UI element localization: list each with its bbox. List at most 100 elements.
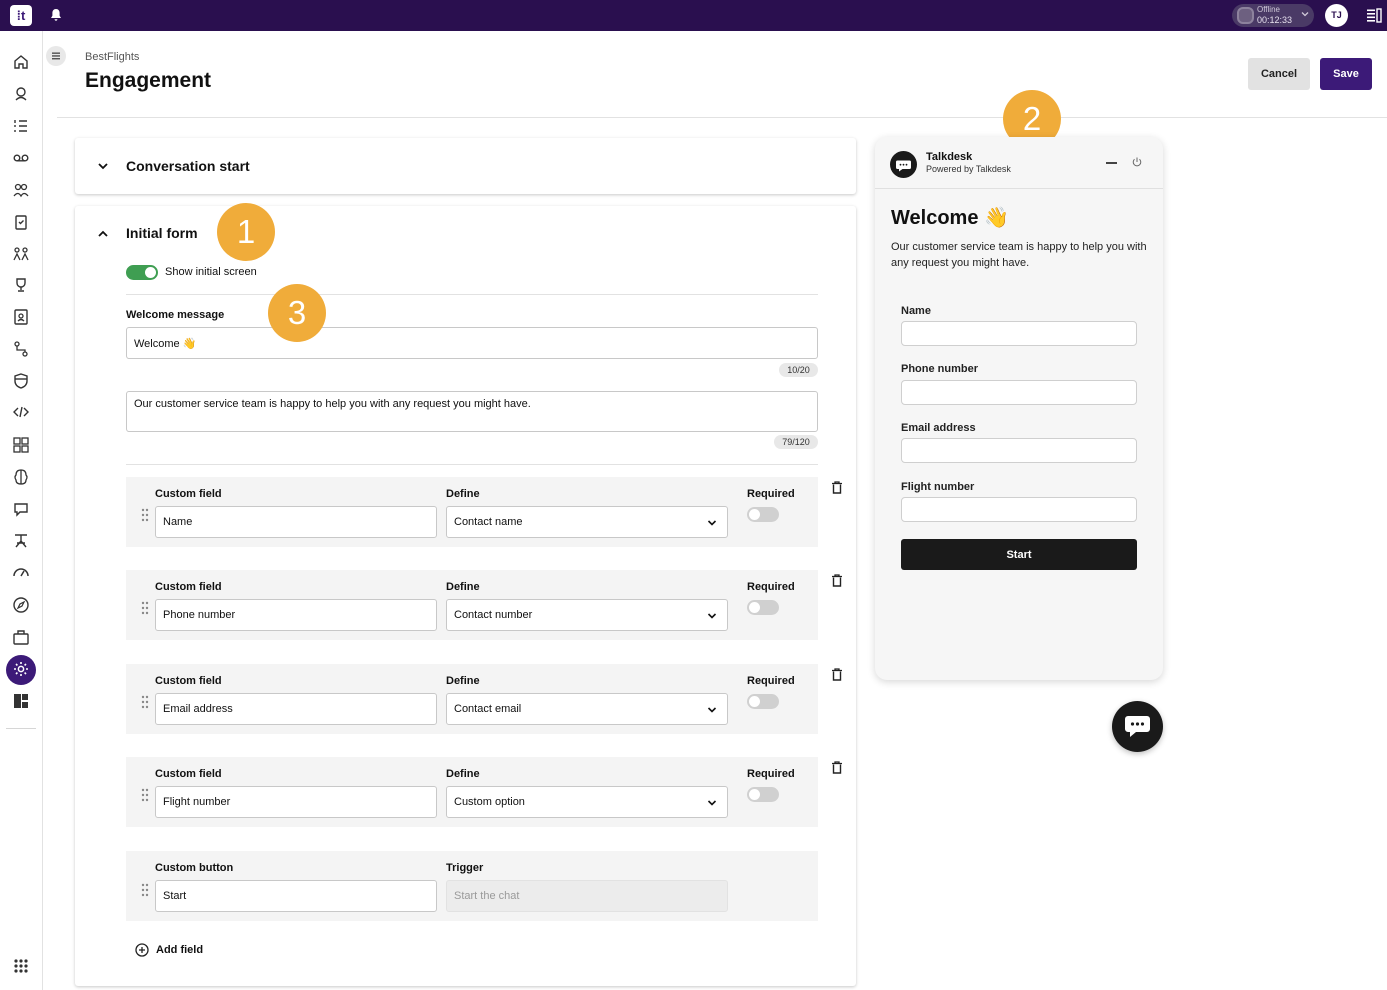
nav-trophy-icon[interactable] <box>11 275 31 295</box>
callout-marker-3: 3 <box>268 284 326 342</box>
widget-email-input[interactable] <box>901 438 1137 463</box>
welcome-message-label: Welcome message <box>126 309 225 321</box>
trash-icon[interactable] <box>831 574 843 587</box>
widget-phone-input[interactable] <box>901 380 1137 405</box>
widget-flight-input[interactable] <box>901 497 1137 522</box>
nav-flow-icon[interactable] <box>11 339 31 359</box>
custom-field-input[interactable]: Email address <box>155 693 437 725</box>
define-label: Define <box>446 488 480 500</box>
custom-field-input[interactable]: Name <box>155 506 437 538</box>
apps-icon <box>13 437 29 453</box>
minimize-icon[interactable] <box>1106 162 1117 164</box>
nav-code-icon[interactable] <box>11 402 31 422</box>
side-panel-icon[interactable] <box>1366 8 1382 23</box>
nav-conversations-icon[interactable] <box>11 84 31 104</box>
dashboard-icon <box>14 694 28 708</box>
nav-list-icon[interactable] <box>11 116 31 136</box>
chat-bubble-icon <box>14 503 28 517</box>
nav-shield-icon[interactable] <box>11 371 31 391</box>
widget-email-label: Email address <box>901 422 976 434</box>
nav-chat-bubble-icon[interactable] <box>11 499 31 519</box>
drag-handle-icon[interactable] <box>140 695 150 709</box>
nav-briefcase-icon[interactable] <box>11 627 31 647</box>
nav-compass-icon[interactable] <box>11 595 31 615</box>
team-icon <box>13 183 29 198</box>
code-icon <box>13 406 29 418</box>
agent-status-selector[interactable]: Offline 00:12:33 <box>1232 4 1314 27</box>
settings-icon <box>14 662 28 676</box>
define-select[interactable]: Custom option <box>446 786 728 818</box>
define-select[interactable]: Contact number <box>446 599 728 631</box>
widget-header-divider <box>875 188 1163 189</box>
nav-home-icon[interactable] <box>11 52 31 72</box>
custom-field-label: Custom field <box>155 675 222 687</box>
save-button[interactable]: Save <box>1320 58 1372 90</box>
collapse-sidebar-button[interactable] <box>46 46 66 66</box>
page-title: Engagement <box>85 69 212 92</box>
trash-icon[interactable] <box>831 668 843 681</box>
chat-bubble-icon <box>1125 716 1150 737</box>
chevron-down-icon <box>707 613 717 619</box>
nav-ai-brain-icon[interactable] <box>11 467 31 487</box>
app-grid-icon <box>14 959 28 973</box>
trash-icon[interactable] <box>831 481 843 494</box>
custom-button-input[interactable]: Start <box>155 880 437 912</box>
drag-handle-icon[interactable] <box>140 883 150 897</box>
home-icon <box>14 55 28 69</box>
drag-handle-icon[interactable] <box>140 601 150 615</box>
briefcase-icon <box>13 630 29 645</box>
custom-field-input[interactable]: Flight number <box>155 786 437 818</box>
nav-settings-icon[interactable] <box>11 659 31 679</box>
widget-start-button[interactable]: Start <box>901 539 1137 570</box>
breadcrumb[interactable]: BestFlights <box>85 51 139 63</box>
widget-flight-label: Flight number <box>901 481 975 493</box>
welcome-message-input[interactable]: Welcome 👋 <box>126 327 818 359</box>
nav-dashboard-icon[interactable] <box>11 691 31 711</box>
define-select-value: Contact name <box>454 516 523 528</box>
nav-speedometer-icon[interactable] <box>11 562 31 582</box>
chevron-down-icon <box>707 520 717 526</box>
required-toggle[interactable] <box>747 507 779 522</box>
widget-name-input[interactable] <box>901 321 1137 346</box>
required-toggle[interactable] <box>747 694 779 709</box>
add-field-button[interactable]: Add field <box>135 943 203 957</box>
define-select-value: Contact number <box>454 609 533 621</box>
nav-team-icon[interactable] <box>11 180 31 200</box>
widget-powered-by: Powered by Talkdesk <box>926 164 1011 174</box>
cancel-button[interactable]: Cancel <box>1248 58 1310 90</box>
divider <box>126 464 818 465</box>
drag-handle-icon[interactable] <box>140 508 150 522</box>
nav-voicemail-icon[interactable] <box>11 148 31 168</box>
custom-field-input[interactable]: Phone number <box>155 599 437 631</box>
define-select[interactable]: Contact email <box>446 693 728 725</box>
required-toggle[interactable] <box>747 600 779 615</box>
required-label: Required <box>747 675 795 687</box>
define-select[interactable]: Contact name <box>446 506 728 538</box>
nav-people-icon[interactable] <box>11 244 31 264</box>
conversation-start-section[interactable]: Conversation start <box>75 138 856 194</box>
chevron-down-icon <box>707 707 717 713</box>
nav-contacts-icon[interactable] <box>11 307 31 327</box>
custom-button-label: Custom button <box>155 862 234 874</box>
nav-apps-icon[interactable] <box>11 435 31 455</box>
conversations-icon <box>15 87 27 101</box>
shield-icon <box>14 373 28 389</box>
talkdesk-logo[interactable]: ⁞t <box>10 5 32 26</box>
welcome-description-textarea[interactable]: Our customer service team is happy to he… <box>126 391 818 432</box>
nav-app-grid-icon[interactable] <box>11 956 31 976</box>
drag-handle-icon[interactable] <box>140 788 150 802</box>
widget-name-label: Name <box>901 305 931 317</box>
power-icon[interactable] <box>1131 156 1143 168</box>
show-initial-screen-toggle[interactable] <box>126 265 158 280</box>
user-avatar[interactable]: TJ <box>1325 4 1348 27</box>
add-field-label: Add field <box>156 944 204 956</box>
chat-launcher-button[interactable] <box>1112 701 1163 752</box>
define-label: Define <box>446 581 480 593</box>
nav-clipboard-icon[interactable] <box>11 212 31 232</box>
nav-agent-icon[interactable] <box>11 531 31 551</box>
required-toggle[interactable] <box>747 787 779 802</box>
compass-icon <box>13 597 29 613</box>
bell-icon[interactable] <box>48 7 64 23</box>
chevron-up-icon[interactable] <box>96 227 110 241</box>
trash-icon[interactable] <box>831 761 843 774</box>
